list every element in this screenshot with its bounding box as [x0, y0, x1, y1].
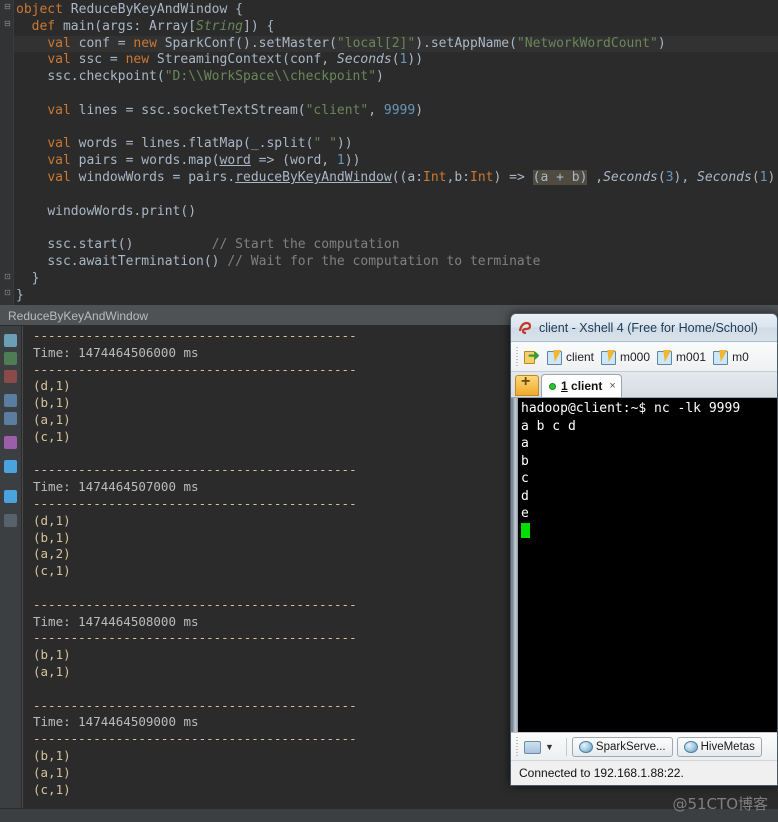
- rerun-icon[interactable]: [4, 334, 17, 347]
- fold-marker-end-main[interactable]: ⊡: [3, 272, 12, 281]
- window-bottom-strip: [0, 817, 778, 822]
- code-line-17[interactable]: }: [14, 288, 778, 305]
- terminal-line-6: e: [521, 506, 529, 521]
- session-icon: [657, 350, 673, 365]
- toolbar-session-m000[interactable]: m000: [601, 349, 651, 365]
- toolbar-session-m0[interactable]: m0: [713, 349, 749, 365]
- soft-wrap-icon[interactable]: [4, 460, 17, 473]
- terminal-line-0: hadoop@client:~$ nc -lk 9999: [521, 401, 741, 416]
- tab-label: 1 client: [561, 379, 602, 393]
- transfer-file-button[interactable]: ▼: [524, 739, 554, 754]
- quick-button-label-0: SparkServe...: [595, 740, 666, 753]
- code-line-3[interactable]: val ssc = new StreamingContext(conf, Sec…: [14, 52, 778, 69]
- toolbar-session-label-0: client: [566, 349, 595, 364]
- fold-marker-main[interactable]: ⊟: [3, 19, 12, 28]
- stop-icon[interactable]: [4, 370, 17, 383]
- terminal-cursor: [521, 522, 530, 538]
- scroll-to-end-icon[interactable]: [4, 490, 17, 503]
- terminal-scrollbar[interactable]: [513, 398, 518, 732]
- code-line-11[interactable]: [14, 187, 778, 204]
- toolbar-session-label-1: m000: [620, 349, 651, 364]
- fold-marker-object[interactable]: ⊟: [3, 2, 12, 11]
- code-line-7[interactable]: [14, 120, 778, 137]
- trace-over-icon[interactable]: [4, 394, 17, 407]
- xshell-window[interactable]: client - Xshell 4 (Free for Home/School)…: [510, 313, 778, 786]
- quick-button-label-1: HiveMetas: [700, 740, 755, 753]
- xshell-bottom-toolbar[interactable]: ▼ SparkServe... HiveMetas: [511, 732, 777, 760]
- code-line-6[interactable]: val lines = ssc.socketTextStream("client…: [14, 103, 778, 120]
- terminal-cursor-line: [521, 522, 740, 541]
- code-line-1[interactable]: def main(args: Array[String]) {: [14, 19, 778, 36]
- terminal-line-5: d: [521, 488, 529, 504]
- chevron-down-icon[interactable]: ▼: [545, 742, 554, 752]
- toolbar-session-client[interactable]: client: [547, 349, 595, 365]
- toolbar-divider: [565, 737, 567, 756]
- tab-session-name: client: [571, 379, 603, 393]
- code-line-16[interactable]: }: [14, 271, 778, 288]
- terminal-text: hadoop@client:~$ nc -lk 9999 a b c d abcde: [521, 400, 740, 540]
- console-tab-reducebykeyandwindow[interactable]: ReduceByKeyAndWindow: [4, 307, 152, 325]
- connection-status-text: Connected to 192.168.1.88:22.: [519, 765, 684, 780]
- code-line-2[interactable]: val conf = new SparkConf().setMaster("lo…: [14, 35, 778, 53]
- quick-button-sparkserver[interactable]: SparkServe...: [571, 736, 673, 757]
- trace-into-icon[interactable]: [4, 412, 17, 425]
- code-lines[interactable]: object ReduceByKeyAndWindow { def main(a…: [14, 0, 778, 304]
- xshell-title-bar[interactable]: client - Xshell 4 (Free for Home/School): [511, 314, 777, 342]
- resume-icon[interactable]: [4, 352, 17, 365]
- code-line-5[interactable]: [14, 86, 778, 103]
- code-line-13[interactable]: [14, 220, 778, 237]
- tab-connected-dot-icon: [549, 382, 556, 390]
- toolbar-session-label-2: m001: [676, 349, 707, 364]
- code-line-0[interactable]: object ReduceByKeyAndWindow {: [14, 2, 778, 19]
- session-icon: [601, 350, 617, 365]
- toolbar-open-session-button[interactable]: [524, 347, 540, 364]
- session-icon: [713, 350, 729, 365]
- terminal-line-2: a: [521, 436, 529, 451]
- terminal-line-3: b: [521, 453, 529, 469]
- view-breakpoints-icon[interactable]: [4, 436, 17, 449]
- code-line-15[interactable]: ssc.awaitTermination() // Wait for the c…: [14, 254, 778, 271]
- terminal-screen[interactable]: hadoop@client:~$ nc -lk 9999 a b c d abcde: [511, 398, 777, 732]
- session-icon: [547, 350, 563, 365]
- xshell-status-bar: Connected to 192.168.1.88:22.: [511, 760, 777, 784]
- code-editor[interactable]: ⊟ ⊟ ⊡ ⊡ object ReduceByKeyAndWindow { de…: [0, 0, 778, 305]
- editor-gutter[interactable]: ⊟ ⊟ ⊡ ⊡: [0, 0, 14, 305]
- code-line-8[interactable]: val words = lines.flatMap(_.split(" ")): [14, 136, 778, 153]
- xshell-app-icon: [517, 320, 533, 336]
- tab-number: 1: [561, 379, 568, 393]
- open-session-icon: [524, 347, 540, 364]
- watermark-text: @51CTO博客: [672, 795, 768, 813]
- code-line-14[interactable]: ssc.start() // Start the computation: [14, 237, 778, 254]
- toolbar-session-m001[interactable]: m001: [657, 349, 707, 365]
- quick-button-hivemetastore[interactable]: HiveMetas: [676, 736, 762, 757]
- code-line-10[interactable]: val windowWords = pairs.reduceByKeyAndWi…: [14, 169, 778, 187]
- xshell-title-text: client - Xshell 4 (Free for Home/School): [539, 320, 758, 335]
- code-line-4[interactable]: ssc.checkpoint("D:\\WorkSpace\\checkpoin…: [14, 69, 778, 86]
- app-root: ⊟ ⊟ ⊡ ⊡ object ReduceByKeyAndWindow { de…: [0, 0, 778, 822]
- new-tab-button[interactable]: [515, 373, 539, 396]
- terminal-tab-client[interactable]: 1 client ×: [541, 374, 622, 397]
- terminal-line-1: a b c d: [521, 418, 576, 434]
- globe-icon: [683, 740, 698, 753]
- close-icon[interactable]: ×: [609, 380, 615, 392]
- toolbar-grip[interactable]: [515, 346, 521, 367]
- terminal-line-4: c: [521, 471, 529, 486]
- print-icon[interactable]: [4, 514, 17, 527]
- toolbar-session-label-3: m0: [732, 349, 749, 364]
- xshell-tab-strip[interactable]: 1 client ×: [511, 372, 777, 398]
- fold-marker-end-object[interactable]: ⊡: [3, 288, 12, 297]
- bottom-toolbar-grip[interactable]: [515, 736, 521, 757]
- code-line-12[interactable]: windowWords.print(): [14, 204, 778, 221]
- xshell-toolbar[interactable]: client m000 m001 m0: [511, 342, 777, 372]
- code-line-9[interactable]: val pairs = words.map(word => (word, 1)): [14, 153, 778, 170]
- file-transfer-icon: [524, 739, 542, 754]
- console-toolbar-sidebar[interactable]: [0, 326, 22, 822]
- globe-icon: [578, 740, 593, 753]
